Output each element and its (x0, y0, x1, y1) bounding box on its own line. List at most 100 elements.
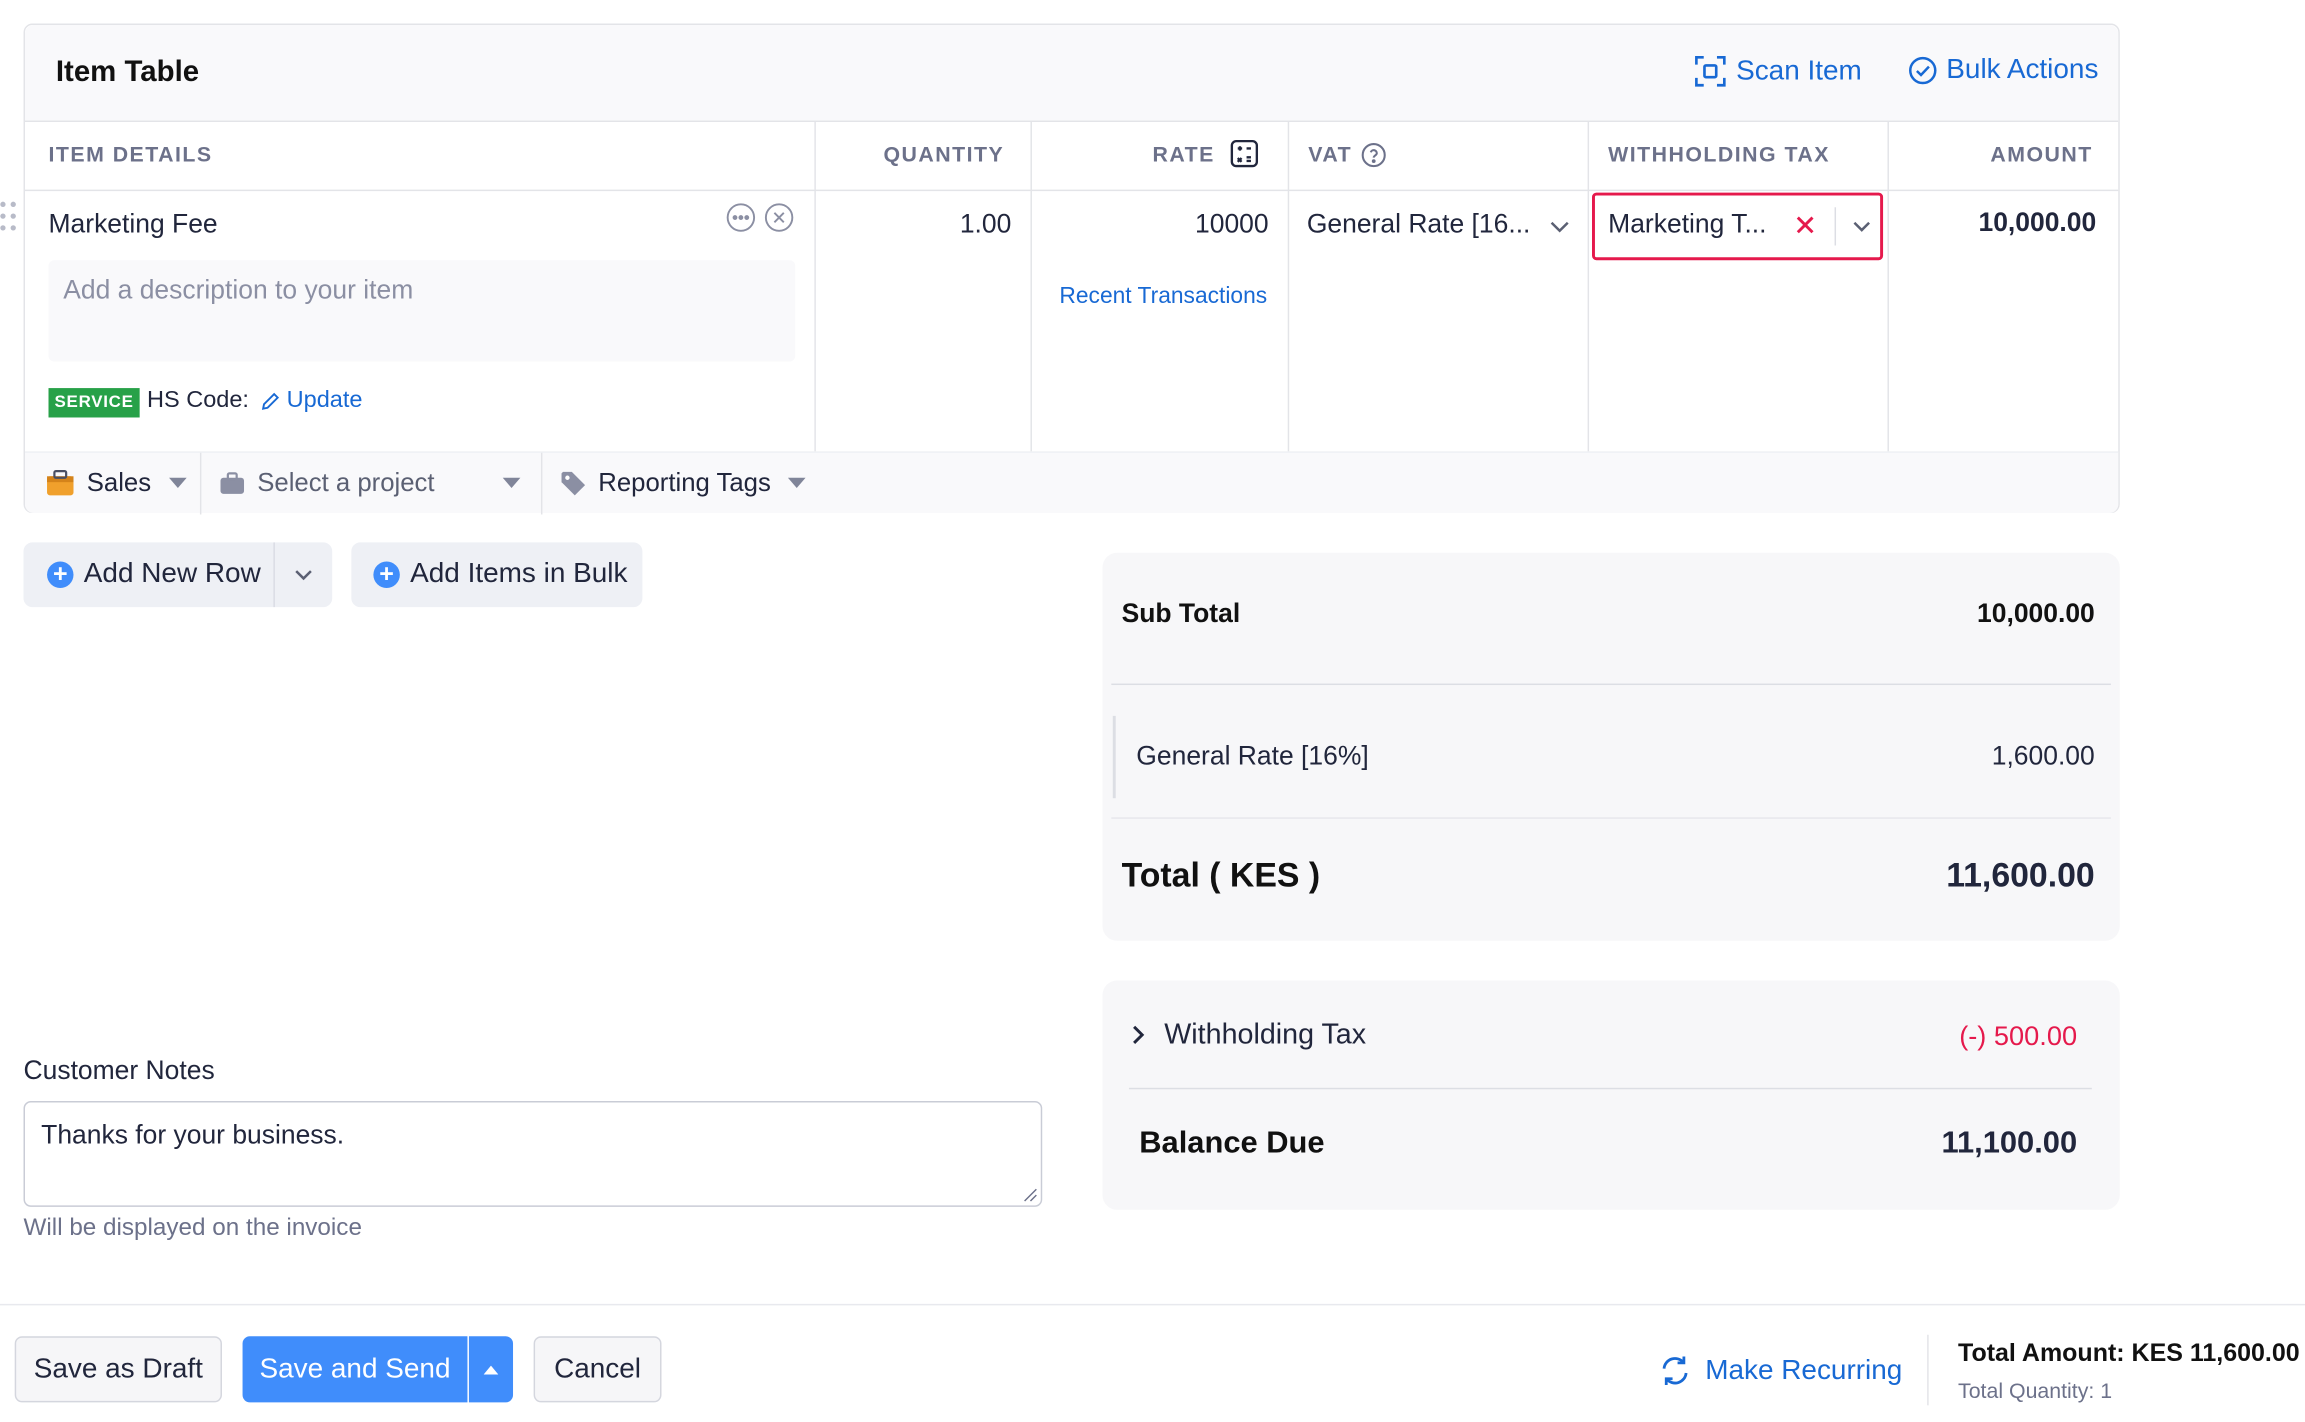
remove-item-icon[interactable] (764, 203, 794, 240)
tax-line-label: General Rate [16%] (1136, 740, 1369, 771)
recent-transactions-link[interactable]: Recent Transactions (1054, 284, 1267, 310)
chevron-right-icon[interactable] (1132, 1025, 1145, 1046)
add-items-bulk-label: Add Items in Bulk (410, 558, 628, 590)
add-new-row-label: Add New Row (83, 558, 261, 590)
scan-item-button[interactable]: Scan Item (1693, 54, 1862, 88)
rate-input[interactable]: 10000 (1054, 209, 1269, 240)
divider (1111, 683, 2111, 686)
reporting-tags-label: Reporting Tags (598, 467, 771, 497)
bottom-action-bar: Save as Draft Save and Send Cancel Make … (0, 1303, 2305, 1422)
item-name[interactable]: Marketing Fee (49, 209, 218, 240)
help-icon[interactable] (1361, 143, 1386, 175)
scan-icon (1695, 56, 1726, 87)
column-rate: RATE (1152, 144, 1215, 168)
account-select[interactable]: Sales (46, 467, 187, 498)
caret-up-icon (483, 1364, 499, 1374)
resize-handle-icon[interactable] (1023, 1188, 1038, 1203)
scan-item-label: Scan Item (1736, 55, 1862, 86)
select-divider (1834, 207, 1837, 246)
hs-code-update-link[interactable]: Update (260, 388, 362, 414)
clear-icon[interactable] (1795, 215, 1816, 236)
chevron-down-icon[interactable] (1852, 221, 1871, 233)
project-select[interactable]: Select a project (219, 467, 520, 498)
column-divider (1887, 122, 1889, 452)
cancel-button[interactable]: Cancel (533, 1336, 662, 1403)
reporting-tags-select[interactable]: Reporting Tags (560, 467, 807, 498)
column-vat: VAT (1308, 144, 1353, 168)
bulk-actions-label: Bulk Actions (1946, 54, 2099, 86)
caret-down-icon (788, 477, 807, 489)
account-select-value: Sales (86, 467, 152, 497)
withholding-tax-value: (-) 500.00 (1959, 1020, 2078, 1052)
check-circle-icon (1909, 56, 1937, 85)
total-amount-summary: Total Amount: KES 11,600.00 (1958, 1339, 2300, 1368)
account-icon (47, 470, 74, 496)
column-quantity: QUANTITY (883, 144, 1005, 168)
balance-due-value: 11,100.00 (1941, 1126, 2078, 1160)
tax-line-value: 1,600.00 (1991, 740, 2095, 771)
balance-due-label: Balance Due (1139, 1126, 1325, 1160)
bar-divider (1927, 1334, 1929, 1406)
service-badge: SERVICE (48, 388, 140, 418)
make-recurring-button[interactable]: Make Recurring (1658, 1354, 1902, 1388)
item-table-card: Item Table Scan Item Bulk Actions ITEM D… (23, 23, 2120, 515)
divider (1128, 1087, 2092, 1090)
plus-circle-icon: + (373, 562, 400, 588)
chevron-down-icon[interactable] (294, 569, 313, 581)
quantity-input[interactable]: 1.00 (907, 209, 1012, 240)
column-divider (1287, 122, 1290, 452)
add-items-bulk-button[interactable]: + Add Items in Bulk (351, 542, 643, 608)
caret-down-icon (168, 477, 187, 489)
project-select-placeholder: Select a project (257, 467, 435, 497)
plus-circle-icon: + (47, 562, 74, 588)
item-description-input[interactable]: Add a description to your item (48, 260, 796, 362)
caret-down-icon (502, 477, 520, 489)
withholding-panel: Withholding Tax (-) 500.00 Balance Due 1… (1102, 980, 2120, 1210)
withholding-tax-value: Marketing T... (1608, 208, 1767, 239)
amount-value: 10,000.00 (1978, 207, 2097, 237)
sub-total-label: Sub Total (1121, 598, 1241, 628)
tag-icon (561, 471, 586, 495)
briefcase-icon (220, 471, 245, 494)
vat-select[interactable]: General Rate [16... (1304, 193, 1577, 261)
column-amount: AMOUNT (1990, 144, 2093, 168)
calculator-icon[interactable] (1230, 139, 1259, 175)
column-header-row: ITEM DETAILS QUANTITY RATE VAT WITHHOLDI… (24, 122, 2119, 192)
total-quantity-summary: Total Quantity: 1 (1958, 1380, 2113, 1404)
add-new-row-button[interactable]: + Add New Row (23, 542, 333, 608)
drag-handle-icon[interactable] (0, 200, 18, 235)
make-recurring-label: Make Recurring (1705, 1354, 1903, 1386)
bulk-actions-button[interactable]: Bulk Actions (1908, 54, 2098, 86)
totals-panel: Sub Total 10,000.00 General Rate [16%] 1… (1102, 552, 2120, 941)
save-options-button[interactable] (468, 1336, 514, 1403)
item-table-title: Item Table (55, 55, 200, 89)
customer-notes-textarea[interactable]: Thanks for your business. (23, 1101, 1043, 1207)
total-value: 11,600.00 (1946, 855, 2095, 894)
more-options-icon[interactable] (726, 203, 756, 240)
customer-notes-label: Customer Notes (23, 1055, 215, 1085)
vat-select-value: General Rate [16... (1306, 208, 1531, 239)
column-withholding-tax: WITHHOLDING TAX (1608, 144, 1830, 168)
save-and-send-button[interactable]: Save and Send (242, 1336, 468, 1403)
column-item-details: ITEM DETAILS (48, 144, 213, 168)
recurring-icon (1662, 1356, 1688, 1386)
column-divider (814, 122, 816, 452)
item-table-header: Item Table Scan Item Bulk Actions (24, 24, 2119, 123)
withholding-tax-label[interactable]: Withholding Tax (1164, 1019, 1366, 1053)
strip-divider (540, 452, 543, 515)
column-divider (1587, 122, 1590, 452)
item-description-placeholder: Add a description to your item (63, 274, 414, 305)
customer-notes-value: Thanks for your business. (41, 1120, 345, 1150)
strip-divider (199, 452, 202, 515)
indent-bar (1112, 715, 1116, 799)
save-as-draft-button[interactable]: Save as Draft (14, 1336, 222, 1403)
row-options-strip: Sales Select a project Reporting Tags (24, 451, 2119, 515)
pencil-icon (261, 392, 280, 410)
sub-total-value: 10,000.00 (1977, 598, 2095, 628)
button-divider (273, 542, 275, 608)
hs-code-label: HS Code: (147, 388, 249, 414)
withholding-tax-select[interactable]: Marketing T... (1592, 192, 1884, 261)
divider (1111, 817, 2111, 819)
column-divider (1030, 122, 1032, 452)
hs-code-update-label: Update (286, 388, 363, 414)
